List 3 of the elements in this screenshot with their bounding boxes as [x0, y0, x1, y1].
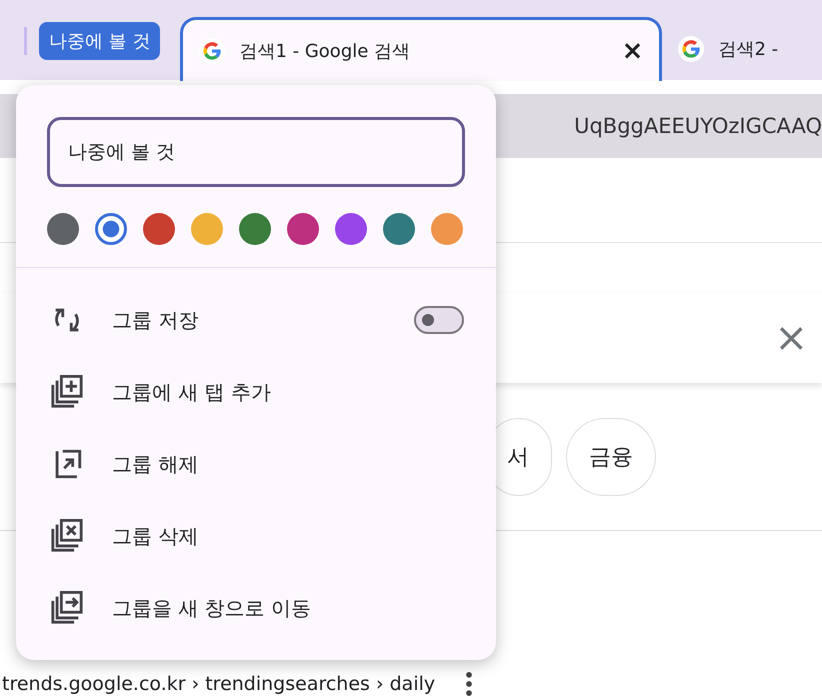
tab-title: 검색1 - Google 검색: [239, 40, 412, 62]
tab-title: 검색2 -: [718, 38, 778, 61]
url-text: UqBggAEEUYOzIGCAAQ: [574, 114, 822, 138]
